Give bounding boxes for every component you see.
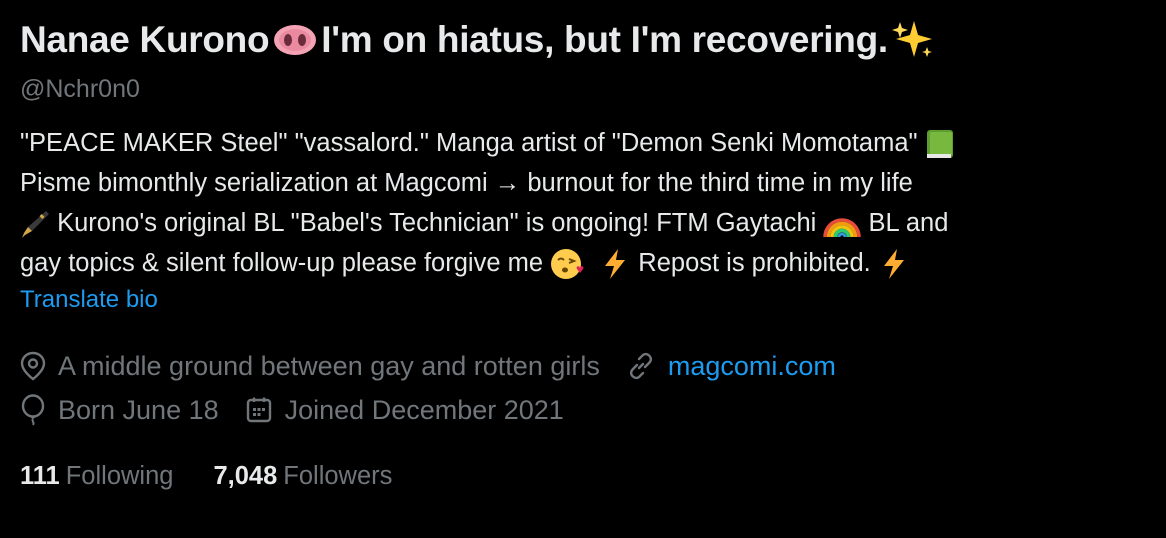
bio-line-3: Kurono's original BL "Babel's Technician… <box>20 203 1150 243</box>
bio-line-2: Pisme bimonthly serialization at Magcomi… <box>20 169 913 197</box>
profile-meta: A middle ground between gay and rotten g… <box>20 344 1150 432</box>
fountain-pen-icon <box>22 211 49 239</box>
website-item[interactable]: magcomi.com <box>626 351 836 382</box>
website-link[interactable]: magcomi.com <box>668 351 836 382</box>
followers-link[interactable]: 7,048 Followers <box>213 462 392 491</box>
followers-label: Followers <box>283 461 393 490</box>
followers-count: 7,048 <box>213 461 278 490</box>
following-link[interactable]: 111 Following <box>20 462 173 491</box>
user-handle: @Nchr0n0 <box>20 75 140 103</box>
rainbow-icon <box>823 218 862 238</box>
calendar-icon <box>246 397 271 423</box>
pig-nose-icon <box>274 25 317 55</box>
display-name-status: I'm on hiatus, but I'm recovering. <box>321 19 888 60</box>
following-label: Following <box>65 461 174 490</box>
translate-bio-link[interactable]: Translate bio <box>20 286 158 314</box>
meta-row-1: A middle ground between gay and rotten g… <box>20 344 1150 388</box>
high-voltage-icon <box>883 249 904 280</box>
face-blowing-kiss-icon <box>551 249 584 280</box>
birthday-item: Born June 18 <box>20 394 219 426</box>
following-count: 111 <box>20 461 60 490</box>
bio-line-1: "PEACE MAKER Steel" "vassalord." Manga a… <box>20 123 1150 163</box>
profile-header: Nanae Kurono I'm on hiatus, but I'm reco… <box>20 14 1150 496</box>
location-item: A middle ground between gay and rotten g… <box>20 351 600 382</box>
joined-item: Joined December 2021 <box>245 395 564 426</box>
display-name: Nanae Kurono <box>20 19 270 60</box>
name-row: Nanae Kurono I'm on hiatus, but I'm reco… <box>20 14 1150 66</box>
balloon-icon <box>21 394 45 426</box>
birthday-text: Born June 18 <box>58 394 219 425</box>
bio: "PEACE MAKER Steel" "vassalord." Manga a… <box>20 123 1150 283</box>
green-book-icon <box>926 130 953 159</box>
high-voltage-icon <box>605 249 626 280</box>
meta-row-2: Born June 18 Joined December 2021 <box>20 388 1150 432</box>
location-pin-icon <box>20 351 46 381</box>
sparkles-icon <box>891 21 932 57</box>
location-text: A middle ground between gay and rotten g… <box>58 350 600 381</box>
link-icon <box>629 352 652 380</box>
joined-text: Joined December 2021 <box>284 394 564 425</box>
bio-line-4: gay topics & silent follow-up please for… <box>20 243 1150 283</box>
follow-stats: 111 Following 7,048 Followers <box>20 456 1150 496</box>
